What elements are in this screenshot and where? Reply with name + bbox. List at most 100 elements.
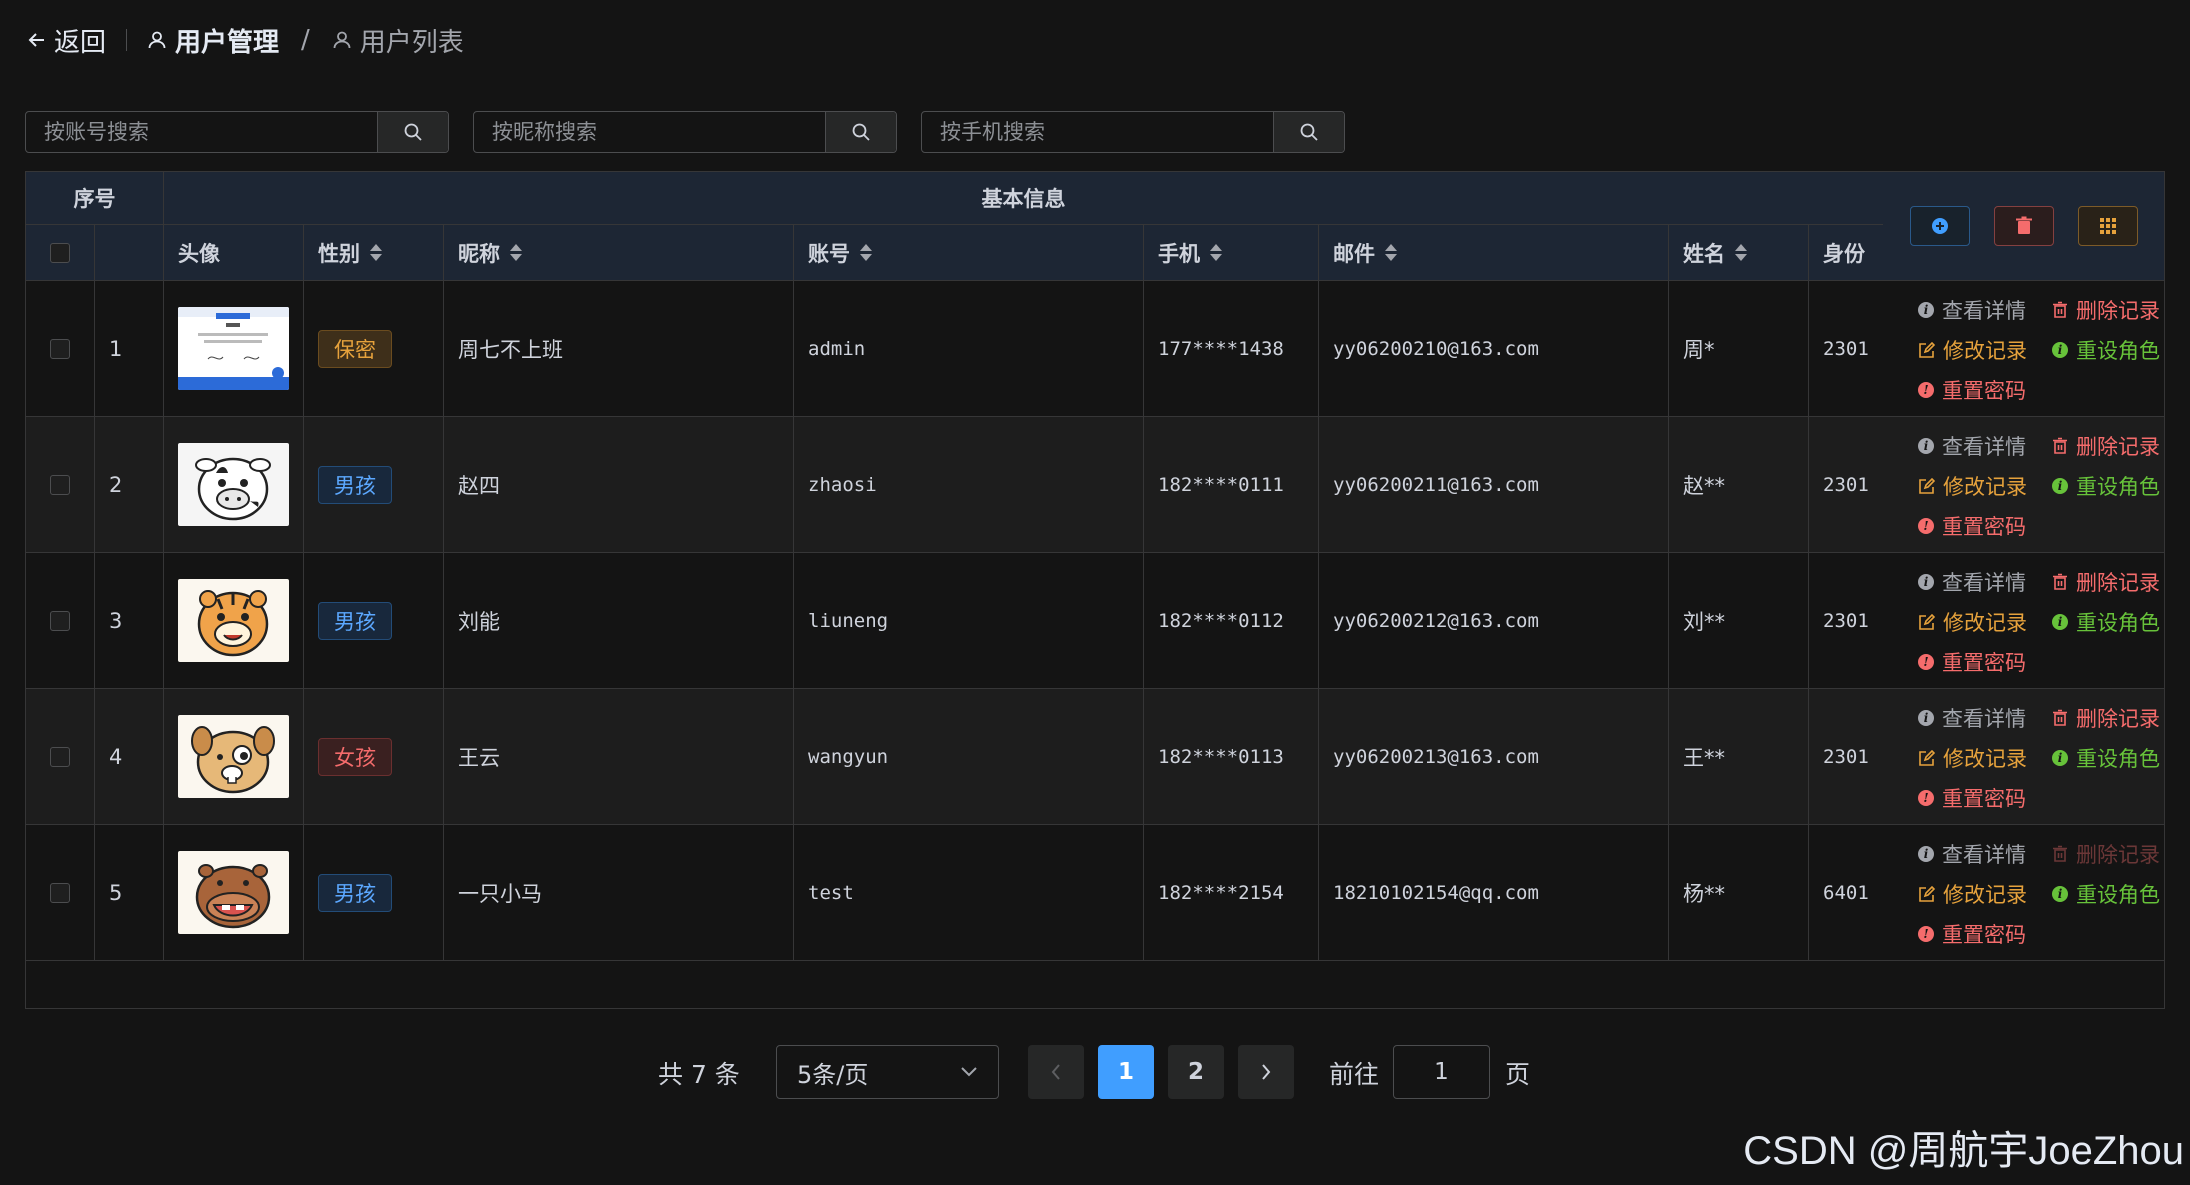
breadcrumb-separator: / xyxy=(301,25,310,55)
success-icon: i xyxy=(2052,342,2068,358)
table-row: 4 女孩 王云 wangyun 182****0113 yy06200213@163.co… xyxy=(26,689,2164,825)
page-size-select[interactable]: 5条/页 xyxy=(776,1045,999,1099)
search-nickname-button[interactable] xyxy=(825,112,896,152)
reset-role-link[interactable]: i 重设角色 xyxy=(2052,743,2160,773)
pagination-total: 共 7 条 xyxy=(658,1060,740,1089)
goto-page-input[interactable] xyxy=(1393,1045,1490,1099)
row-checkbox[interactable] xyxy=(50,610,70,631)
sort-icon[interactable] xyxy=(1210,244,1222,261)
row-actions: i 查看详情 删除记录 修改记录 i 重设角色 ! 重置密码 xyxy=(1883,281,2164,416)
view-detail-link[interactable]: i 查看详情 xyxy=(1918,295,2026,325)
reset-password-link[interactable]: ! 重置密码 xyxy=(1918,647,2026,677)
table-group-header: 序号 基本信息 xyxy=(26,172,1883,225)
gender-tag: 男孩 xyxy=(318,465,392,504)
success-icon: i xyxy=(2052,478,2068,494)
row-select-cell xyxy=(26,417,95,552)
back-button[interactable]: 返回 xyxy=(28,22,106,59)
breadcrumb-user-management[interactable]: 用户管理 xyxy=(147,22,279,59)
edit-icon xyxy=(1919,749,1935,766)
header-account[interactable]: 账号 xyxy=(794,225,1144,280)
name-cell: 王** xyxy=(1669,689,1809,824)
header-email[interactable]: 邮件 xyxy=(1319,225,1669,280)
email-cell: yy06200211@163.com xyxy=(1319,417,1669,552)
edit-icon xyxy=(1919,885,1935,902)
row-index: 3 xyxy=(95,553,164,688)
warning-icon: ! xyxy=(1918,382,1934,398)
sort-icon[interactable] xyxy=(370,244,382,261)
reset-role-link[interactable]: i 重设角色 xyxy=(2052,335,2160,365)
header-avatar: 头像 xyxy=(164,225,304,280)
reset-role-link[interactable]: i 重设角色 xyxy=(2052,607,2160,637)
delete-record-link[interactable]: 删除记录 xyxy=(2052,703,2160,733)
row-checkbox[interactable] xyxy=(50,474,70,495)
info-icon: i xyxy=(1918,574,1934,590)
select-all-checkbox[interactable] xyxy=(50,242,70,263)
delete-record-link[interactable]: 删除记录 xyxy=(2052,431,2160,461)
id-cell: 2301 xyxy=(1823,609,1869,632)
phone-cell: 182****2154 xyxy=(1144,825,1319,960)
row-checkbox[interactable] xyxy=(50,338,70,359)
column-settings-button[interactable] xyxy=(2077,206,2138,246)
delete-record-link[interactable]: 删除记录 xyxy=(2052,567,2160,597)
page-button-1[interactable]: 1 xyxy=(1098,1045,1154,1099)
search-account-button[interactable] xyxy=(377,112,448,152)
search-nickname xyxy=(473,111,897,153)
batch-delete-button[interactable] xyxy=(1993,206,2054,246)
search-phone-input[interactable] xyxy=(922,112,1273,152)
edit-record-link[interactable]: 修改记录 xyxy=(1918,879,2027,909)
sort-icon[interactable] xyxy=(1735,244,1747,261)
row-select-cell xyxy=(26,825,95,960)
avatar[interactable] xyxy=(178,443,289,526)
view-detail-link[interactable]: i 查看详情 xyxy=(1918,839,2026,869)
edit-record-link[interactable]: 修改记录 xyxy=(1918,471,2027,501)
search-phone-button[interactable] xyxy=(1273,112,1344,152)
sort-icon[interactable] xyxy=(1385,244,1397,261)
header-name[interactable]: 姓名 xyxy=(1669,225,1809,280)
info-icon: i xyxy=(1918,302,1934,318)
header-gender[interactable]: 性别 xyxy=(304,225,444,280)
header-basic-info: 基本信息 xyxy=(981,187,1066,211)
edit-record-link[interactable]: 修改记录 xyxy=(1918,335,2027,365)
search-nickname-input[interactable] xyxy=(474,112,825,152)
gender-cell: 女孩 xyxy=(304,689,444,824)
view-detail-link[interactable]: i 查看详情 xyxy=(1918,567,2026,597)
avatar[interactable] xyxy=(178,715,289,798)
search-account-input[interactable] xyxy=(26,112,377,152)
prev-page-button[interactable] xyxy=(1028,1045,1084,1099)
delete-record-link[interactable]: 删除记录 xyxy=(2052,295,2160,325)
phone-cell: 177****1438 xyxy=(1144,281,1319,416)
phone-cell: 182****0111 xyxy=(1144,417,1319,552)
trash-icon xyxy=(2053,437,2067,454)
edit-record-link[interactable]: 修改记录 xyxy=(1918,743,2027,773)
row-checkbox[interactable] xyxy=(50,746,70,767)
row-checkbox[interactable] xyxy=(50,882,70,903)
reset-role-link[interactable]: i 重设角色 xyxy=(2052,471,2160,501)
avatar[interactable] xyxy=(178,579,289,662)
reset-password-link[interactable]: ! 重置密码 xyxy=(1918,783,2026,813)
account-cell: test xyxy=(794,825,1144,960)
gender-tag: 女孩 xyxy=(318,737,392,776)
page-button-2[interactable]: 2 xyxy=(1168,1045,1224,1099)
view-detail-link[interactable]: i 查看详情 xyxy=(1918,431,2026,461)
header-phone[interactable]: 手机 xyxy=(1144,225,1319,280)
avatar[interactable] xyxy=(178,307,289,390)
next-page-button[interactable] xyxy=(1238,1045,1294,1099)
warning-icon: ! xyxy=(1918,790,1934,806)
view-detail-link[interactable]: i 查看详情 xyxy=(1918,703,2026,733)
email-cell: yy06200210@163.com xyxy=(1319,281,1669,416)
name-cell: 杨** xyxy=(1669,825,1809,960)
reset-password-link[interactable]: ! 重置密码 xyxy=(1918,375,2026,405)
trash-icon xyxy=(2053,573,2067,590)
reset-role-link[interactable]: i 重设角色 xyxy=(2052,879,2160,909)
reset-password-link[interactable]: ! 重置密码 xyxy=(1918,919,2026,949)
sort-icon[interactable] xyxy=(510,244,522,261)
avatar[interactable] xyxy=(178,851,289,934)
sort-icon[interactable] xyxy=(860,244,872,261)
reset-password-link[interactable]: ! 重置密码 xyxy=(1918,511,2026,541)
header-nickname[interactable]: 昵称 xyxy=(444,225,794,280)
user-table: 序号 基本信息 头像 性别 昵称 账号 手机 邮件 姓名 身份 1 保密 周七不上班… xyxy=(25,171,2165,1009)
add-user-button[interactable] xyxy=(1909,206,1970,246)
row-select-cell xyxy=(26,689,95,824)
edit-record-link[interactable]: 修改记录 xyxy=(1918,607,2027,637)
search-bar xyxy=(25,111,1345,153)
